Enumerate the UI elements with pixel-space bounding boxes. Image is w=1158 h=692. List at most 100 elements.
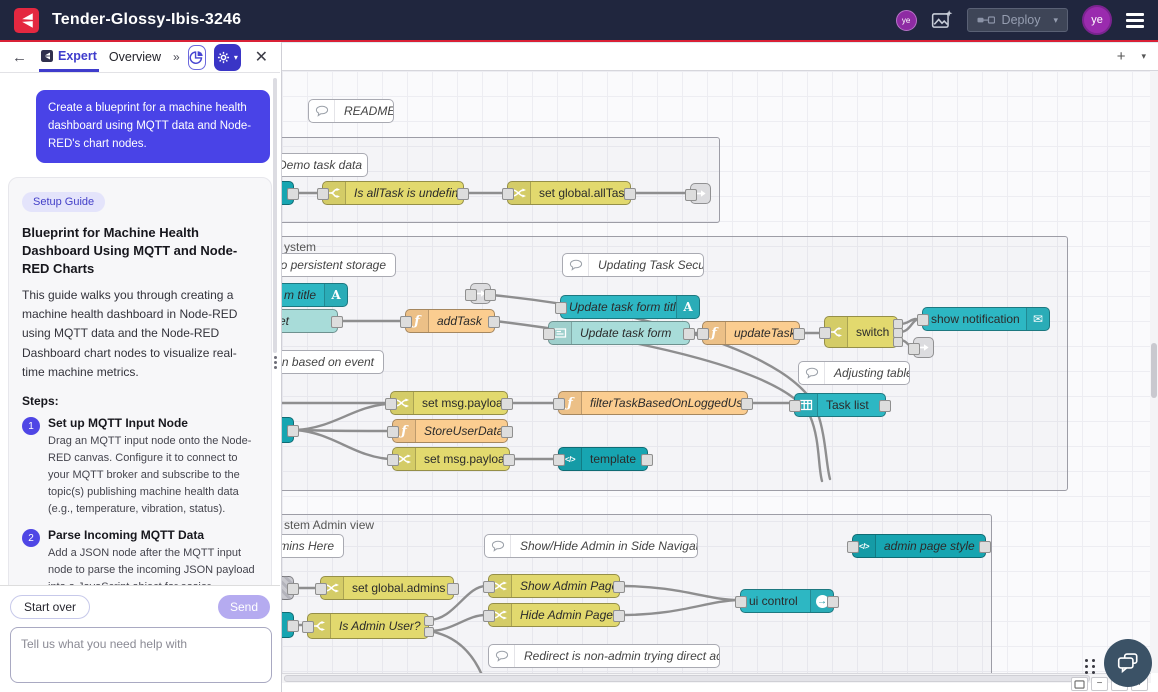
node-ticket[interactable]: ticket xyxy=(282,309,338,333)
help-input[interactable] xyxy=(10,627,272,683)
start-over-button[interactable]: Start over xyxy=(10,595,90,619)
comment-showhide-admin[interactable]: Show/Hide Admin in Side Navigation xyxy=(484,534,698,558)
deploy-node-icon xyxy=(977,14,995,26)
gear-icon xyxy=(217,51,230,64)
comment-demo-task-data[interactable]: Demo task data xyxy=(282,153,368,177)
response-heading: Blueprint for Machine Health Dashboard U… xyxy=(22,224,258,277)
node-link-call[interactable] xyxy=(470,283,491,304)
chat-scrollbar[interactable] xyxy=(273,78,277,353)
node-update-task-form-title[interactable]: Update task form title A xyxy=(560,295,700,319)
node-update-task-form[interactable]: Update task form xyxy=(548,321,690,345)
change-icon xyxy=(393,448,416,470)
hamburger-menu-icon[interactable] xyxy=(1126,13,1144,28)
node-storeuserdata[interactable]: ƒ StoreUserData xyxy=(392,419,508,443)
node-show-admin-page[interactable]: Show Admin Page xyxy=(488,574,620,598)
node-set-msg-payload-2[interactable]: set msg.payload xyxy=(392,447,510,471)
node-admin-page-style[interactable]: </> admin page style xyxy=(852,534,986,558)
panel-resize-handle[interactable] xyxy=(274,356,277,369)
canvas-vscrollbar[interactable] xyxy=(1150,71,1158,673)
mini-avatar[interactable]: ye xyxy=(896,10,917,31)
settings-button[interactable]: ▾ xyxy=(214,44,240,71)
navigator-icon[interactable] xyxy=(1071,677,1088,691)
user-avatar[interactable]: ye xyxy=(1082,5,1112,35)
comment-updating-task-securely[interactable]: Updating Task Securely xyxy=(562,253,704,277)
tab-expert-label: Expert xyxy=(58,49,97,63)
step-item: 2 Parse Incoming MQTT Data Add a JSON no… xyxy=(22,528,258,585)
expert-logo-icon xyxy=(41,50,53,62)
user-message-bubble: Create a blueprint for a machine health … xyxy=(36,90,270,163)
flow-canvas[interactable]: README Demo task data Is allTask is unde… xyxy=(282,71,1151,673)
comment-bubble-icon xyxy=(489,645,515,667)
output-port[interactable] xyxy=(424,627,434,637)
node-switch[interactable]: switch xyxy=(824,316,898,348)
change-icon xyxy=(391,392,414,414)
node-task-list[interactable]: Task list xyxy=(794,393,886,417)
fab-drag-handle[interactable] xyxy=(1085,659,1096,674)
node-hide-admin-page[interactable]: Hide Admin Page xyxy=(488,603,620,627)
node-is-admin-user[interactable]: Is Admin User? xyxy=(307,613,429,639)
node-ui-control[interactable]: ui control → xyxy=(740,589,834,613)
step-body: Drag an MQTT input node onto the Node-RE… xyxy=(48,433,258,518)
assistant-panel: ← Expert Overview » ▾ ✕ xyxy=(0,42,280,692)
output-port[interactable] xyxy=(893,337,903,347)
tab-expert[interactable]: Expert xyxy=(39,43,99,72)
node-addtask[interactable]: ƒ addTask xyxy=(405,309,495,333)
assistant-chat-fab[interactable] xyxy=(1104,639,1152,687)
node-filtertask[interactable]: ƒ filterTaskBasedOnLoggedUser xyxy=(558,391,748,415)
back-arrow-icon[interactable]: ← xyxy=(8,49,31,66)
node-updatetask[interactable]: ƒ updateTask xyxy=(702,321,800,345)
node-show-notification[interactable]: show notification ✉ xyxy=(922,307,1050,331)
node-link-out-1[interactable] xyxy=(690,183,711,204)
screenshot-ai-icon[interactable] xyxy=(931,9,953,31)
node-set-global-admins[interactable]: set global.admins xyxy=(320,576,454,600)
function-icon: ƒ xyxy=(703,322,726,344)
flow-list-caret-icon[interactable]: ▾ xyxy=(1141,51,1146,62)
more-tabs-icon[interactable]: » xyxy=(173,50,180,64)
zoom-out-button[interactable]: − xyxy=(1091,677,1108,691)
comment-save-task[interactable]: sk to persistent storage xyxy=(282,253,396,277)
deploy-caret-icon[interactable]: ▾ xyxy=(1053,15,1058,26)
node-edge-teal-1[interactable] xyxy=(282,181,294,205)
group-demo-task-data[interactable] xyxy=(282,137,720,223)
node-set-msg-payload-1[interactable]: set msg.payload xyxy=(390,391,508,415)
change-icon xyxy=(489,604,512,626)
change-icon xyxy=(321,577,344,599)
node-form-title[interactable]: m title A xyxy=(282,283,348,307)
add-flow-icon[interactable]: + xyxy=(1117,48,1126,65)
instance-title: Tender-Glossy-Ibis-3246 xyxy=(52,11,241,29)
node-link-out-2[interactable] xyxy=(913,337,934,358)
node-edge-teal-2[interactable] xyxy=(282,417,294,443)
code-icon: </> xyxy=(559,448,582,470)
node-disabled-inject[interactable] xyxy=(282,576,294,600)
chart-tool-button[interactable] xyxy=(188,45,207,70)
switch-icon xyxy=(308,614,331,638)
assistant-toolbar: ← Expert Overview » ▾ ✕ xyxy=(0,42,280,73)
steps-label: Steps: xyxy=(22,394,258,408)
setup-guide-badge: Setup Guide xyxy=(22,192,105,212)
change-icon xyxy=(508,182,531,204)
close-panel-icon[interactable]: ✕ xyxy=(251,47,272,67)
node-set-global-alltask[interactable]: set global.allTask xyxy=(507,181,631,205)
send-button[interactable]: Send xyxy=(218,595,270,619)
deploy-button[interactable]: Deploy ▾ xyxy=(967,8,1068,32)
comment-admins-here[interactable]: mins Here xyxy=(282,534,344,558)
node-edge-teal-3[interactable] xyxy=(282,612,294,638)
canvas-hscrollbar[interactable] xyxy=(282,673,1151,683)
flow-tabbar: + ▾ xyxy=(282,43,1158,71)
output-port[interactable] xyxy=(424,616,434,626)
assistant-response-card: Setup Guide Blueprint for Machine Health… xyxy=(8,177,272,585)
group-admin-view-label: stem Admin view xyxy=(284,518,374,532)
editor-area: + ▾ xyxy=(281,42,1158,692)
step-title: Parse Incoming MQTT Data xyxy=(48,528,258,542)
node-template[interactable]: </> template xyxy=(558,447,648,471)
function-icon: ƒ xyxy=(393,420,416,442)
comment-action-based-on-event[interactable]: action based on event xyxy=(282,350,384,374)
comment-redirect-nonadmin[interactable]: Redirect is non-admin trying direct acce… xyxy=(488,644,720,668)
comment-adjusting-table[interactable]: Adjusting table xyxy=(798,361,910,385)
comment-readme[interactable]: README xyxy=(308,99,394,123)
tab-overview-label: Overview xyxy=(109,50,161,64)
node-is-alltask-undefined[interactable]: Is allTask is undefined xyxy=(322,181,464,205)
link-arrow-icon xyxy=(917,341,930,354)
link-arrow-icon xyxy=(694,187,707,200)
tab-overview[interactable]: Overview xyxy=(107,44,163,70)
